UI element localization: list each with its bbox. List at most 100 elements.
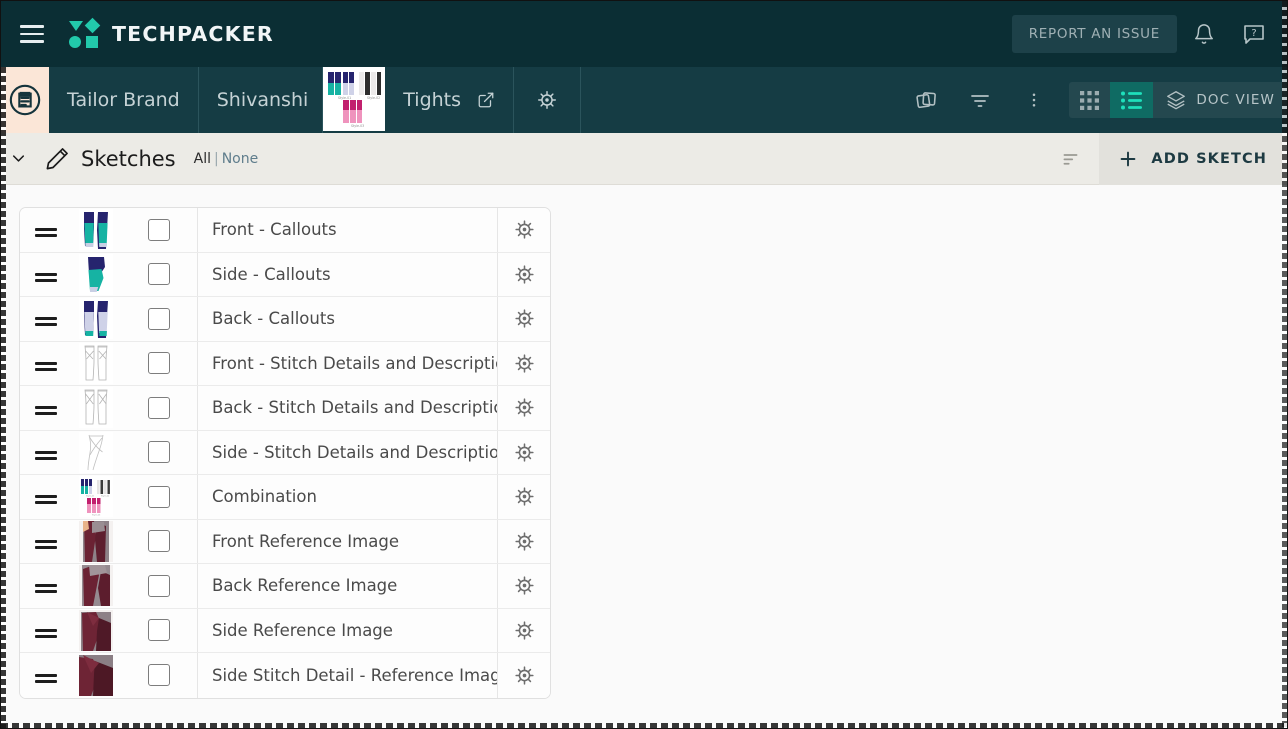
row-settings-icon[interactable] [498,564,550,608]
row-checkbox-cell[interactable] [120,430,198,474]
row-label[interactable]: Front - Callouts [198,208,498,252]
row-label[interactable]: Front Reference Image [198,519,498,563]
row-checkbox-cell[interactable] [120,608,198,652]
breadcrumb-style-thumbnail[interactable]: Style-01 Style-02 Style-03 [323,67,386,131]
external-link-icon[interactable] [477,91,495,109]
hamburger-menu-icon[interactable] [15,17,49,51]
row-settings-icon[interactable] [498,208,550,252]
row-checkbox[interactable] [147,352,170,375]
clipboard-techpack-icon[interactable] [1,67,49,133]
breadcrumb-style[interactable]: Tights [403,89,461,111]
row-checkbox-cell[interactable] [120,252,198,296]
bottom-scroll-rail[interactable] [1,723,1287,728]
drag-handle-icon[interactable] [20,564,72,608]
row-label[interactable]: Side - Callouts [198,252,498,296]
breadcrumb-collection[interactable]: Shivanshi [199,89,323,111]
table-row[interactable]: Front Reference Image [20,519,550,564]
breadcrumb-brand[interactable]: Tailor Brand [49,67,199,133]
bell-icon[interactable] [1181,11,1227,57]
row-settings-icon[interactable] [498,520,550,564]
row-checkbox-cell[interactable] [120,297,198,341]
table-row[interactable]: Front - Stitch Details and Description [20,341,550,386]
row-checkbox[interactable] [147,485,170,508]
report-an-issue-button[interactable]: REPORT AN ISSUE [1011,15,1177,53]
left-scroll-rail[interactable] [1,67,6,728]
select-all-link[interactable]: All [194,151,211,167]
drag-handle-icon[interactable] [20,653,72,698]
row-thumbnail[interactable] [72,297,120,341]
table-row[interactable]: Side Reference Image [20,608,550,653]
table-row[interactable]: Style-01 Style-02 Style-03 Combination [20,475,550,520]
grid-view-icon[interactable] [1069,82,1110,118]
row-label[interactable]: Front - Stitch Details and Description [198,341,498,385]
row-thumbnail[interactable] [72,386,120,430]
row-thumbnail[interactable] [72,342,120,386]
select-none-link[interactable]: None [222,151,259,167]
row-thumbnail[interactable] [72,431,120,475]
row-settings-icon[interactable] [498,253,550,297]
row-settings-icon[interactable] [498,609,550,653]
row-checkbox-cell[interactable] [120,208,198,252]
list-view-icon[interactable] [1110,82,1154,118]
drag-handle-icon[interactable] [20,253,72,297]
row-checkbox-cell[interactable] [120,519,198,563]
more-vertical-icon[interactable] [1007,67,1061,133]
row-thumbnail[interactable] [72,253,120,297]
row-settings-icon[interactable] [498,297,550,341]
drag-handle-icon[interactable] [20,431,72,475]
row-checkbox-cell[interactable] [120,653,198,698]
row-checkbox[interactable] [147,574,170,597]
drag-handle-icon[interactable] [20,609,72,653]
row-thumbnail[interactable] [72,564,120,608]
row-checkbox-cell[interactable] [120,475,198,519]
row-settings-icon[interactable] [498,653,550,698]
table-row[interactable]: Front - Callouts [20,208,550,253]
row-thumbnail[interactable] [72,208,120,252]
row-checkbox[interactable] [147,307,170,330]
row-label[interactable]: Back Reference Image [198,564,498,608]
row-checkbox[interactable] [147,441,170,464]
row-settings-icon[interactable] [498,431,550,475]
right-scroll-rail[interactable] [1282,1,1287,728]
row-settings-icon[interactable] [498,342,550,386]
row-checkbox-cell[interactable] [120,386,198,430]
drag-handle-icon[interactable] [20,386,72,430]
row-checkbox-cell[interactable] [120,564,198,608]
drag-handle-icon[interactable] [20,208,72,252]
drag-handle-icon[interactable] [20,520,72,564]
table-row[interactable]: Side - Stitch Details and Description [20,430,550,475]
add-sketch-button[interactable]: ADD SKETCH [1099,132,1287,185]
row-label[interactable]: Back - Callouts [198,297,498,341]
row-checkbox[interactable] [147,664,170,687]
row-checkbox[interactable] [147,530,170,553]
row-checkbox[interactable] [147,396,170,419]
table-row[interactable]: Side - Callouts [20,252,550,297]
row-label[interactable]: Side Reference Image [198,608,498,652]
duplicate-copy-icon[interactable] [899,67,953,133]
row-label[interactable]: Side - Stitch Details and Description [198,430,498,474]
style-settings-icon[interactable] [514,67,582,133]
table-row[interactable]: Back Reference Image [20,564,550,609]
table-row[interactable]: Back - Stitch Details and Description [20,386,550,431]
row-checkbox-cell[interactable] [120,341,198,385]
table-row[interactable]: Back - Callouts [20,297,550,342]
row-thumbnail[interactable] [72,520,120,564]
row-label[interactable]: Side Stitch Detail - Reference Image [198,653,498,698]
drag-handle-icon[interactable] [20,475,72,519]
doc-view-button[interactable]: DOC VIEW [1153,89,1287,111]
table-row[interactable]: Side Stitch Detail - Reference Image [20,653,550,698]
row-thumbnail[interactable]: Style-01 Style-02 Style-03 [72,475,120,519]
help-question-bubble-icon[interactable]: ? [1231,11,1277,57]
filter-funnel-icon[interactable] [953,67,1007,133]
row-thumbnail[interactable] [72,653,120,698]
row-checkbox[interactable] [147,218,170,241]
row-checkbox[interactable] [147,619,170,642]
brand-logo[interactable]: TECHPACKER [69,17,274,49]
row-settings-icon[interactable] [498,475,550,519]
row-thumbnail[interactable] [72,609,120,653]
row-checkbox[interactable] [147,263,170,286]
sort-icon[interactable] [1041,133,1099,185]
row-settings-icon[interactable] [498,386,550,430]
row-label[interactable]: Back - Stitch Details and Description [198,386,498,430]
drag-handle-icon[interactable] [20,297,72,341]
